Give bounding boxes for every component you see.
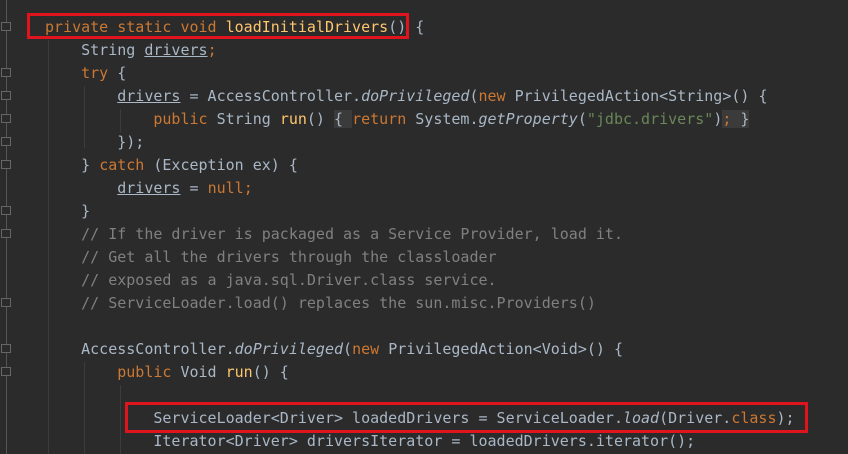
code-token: System. xyxy=(415,110,479,128)
code-token: // Get all the drivers through the class… xyxy=(45,248,497,266)
code-token: public xyxy=(153,110,217,128)
fold-marker-icon[interactable] xyxy=(1,22,11,31)
code-token: () { xyxy=(252,363,289,381)
code-line[interactable]: // ServiceLoader.load() replaces the sun… xyxy=(45,292,795,315)
fold-marker-icon[interactable] xyxy=(1,367,11,376)
code-token: }); xyxy=(45,133,145,151)
code-token: ; xyxy=(243,179,253,197)
code-token: drivers xyxy=(144,41,208,59)
code-token: // ServiceLoader.load() replaces the sun… xyxy=(45,294,596,312)
code-token: getProperty xyxy=(478,110,578,128)
code-token: catch xyxy=(99,156,154,174)
code-editor[interactable]: private static void loadInitialDrivers()… xyxy=(45,16,795,453)
fold-marker-icon[interactable] xyxy=(1,160,11,169)
code-line[interactable]: // If the driver is packaged as a Servic… xyxy=(45,223,795,246)
code-line[interactable]: } xyxy=(45,200,795,223)
code-token: { xyxy=(334,110,353,128)
code-token: ( xyxy=(343,340,353,358)
highlight-box-serviceloader-line xyxy=(125,402,808,433)
fold-marker-icon[interactable] xyxy=(1,229,11,238)
code-token: ) xyxy=(713,110,723,128)
code-token: drivers xyxy=(117,87,181,105)
code-line[interactable]: public Void run() { xyxy=(45,361,795,384)
code-token: new xyxy=(352,340,389,358)
code-token: () xyxy=(306,110,334,128)
code-token: null xyxy=(207,179,244,197)
code-token: } xyxy=(731,110,750,128)
code-line[interactable]: // exposed as a java.sql.Driver.class se… xyxy=(45,269,795,292)
code-token: = AccessController. xyxy=(180,87,362,105)
code-token: drivers xyxy=(117,179,181,197)
code-token: // exposed as a java.sql.Driver.class se… xyxy=(45,271,497,289)
code-line[interactable]: }); xyxy=(45,131,795,154)
code-token: doPrivileged xyxy=(234,340,344,358)
code-line[interactable]: Iterator<Driver> driversIterator = loade… xyxy=(45,430,795,453)
fold-marker-icon[interactable] xyxy=(1,137,11,146)
code-token: { xyxy=(108,64,127,82)
code-token: = xyxy=(180,179,208,197)
code-token: ( xyxy=(469,87,479,105)
code-token: (Exception ex) { xyxy=(153,156,298,174)
code-line[interactable]: String drivers; xyxy=(45,39,795,62)
code-line[interactable] xyxy=(45,315,795,338)
code-token: PrivilegedAction<String>() { xyxy=(514,87,768,105)
code-token: "jdbc.drivers" xyxy=(586,110,714,128)
code-token: ; xyxy=(207,41,217,59)
code-line[interactable]: drivers = AccessController.doPrivileged(… xyxy=(45,85,795,108)
code-token: ( xyxy=(577,110,587,128)
code-token: } xyxy=(45,156,100,174)
code-token: doPrivileged xyxy=(361,87,470,105)
editor-gutter xyxy=(0,0,20,454)
fold-marker-icon[interactable] xyxy=(1,206,11,215)
code-token: public xyxy=(117,363,181,381)
code-token: } xyxy=(45,202,91,220)
fold-marker-icon[interactable] xyxy=(1,91,11,100)
code-token: try xyxy=(81,64,109,82)
fold-marker-icon[interactable] xyxy=(1,298,11,307)
code-token: String xyxy=(216,110,280,128)
code-token: run xyxy=(225,363,253,381)
code-line[interactable]: // Get all the drivers through the class… xyxy=(45,246,795,269)
code-line[interactable]: public String run() { return System.getP… xyxy=(45,108,795,131)
fold-marker-icon[interactable] xyxy=(1,344,11,353)
code-token: // If the driver is packaged as a Servic… xyxy=(45,225,623,243)
code-token: PrivilegedAction<Void>() { xyxy=(388,340,623,358)
fold-expand-icon[interactable] xyxy=(1,114,11,123)
code-line[interactable]: AccessController.doPrivileged(new Privil… xyxy=(45,338,795,361)
code-token: new xyxy=(478,87,515,105)
highlight-box-method-signature xyxy=(27,13,409,39)
code-line[interactable]: drivers = null; xyxy=(45,177,795,200)
fold-marker-icon[interactable] xyxy=(1,68,11,77)
code-token: Iterator<Driver> driversIterator = loade… xyxy=(45,432,696,450)
code-token: return xyxy=(352,110,416,128)
code-token: String xyxy=(45,41,145,59)
code-token: AccessController. xyxy=(45,340,235,358)
code-line[interactable]: try { xyxy=(45,62,795,85)
code-token: run xyxy=(279,110,307,128)
code-token: Void xyxy=(180,363,226,381)
code-line[interactable]: } catch (Exception ex) { xyxy=(45,154,795,177)
